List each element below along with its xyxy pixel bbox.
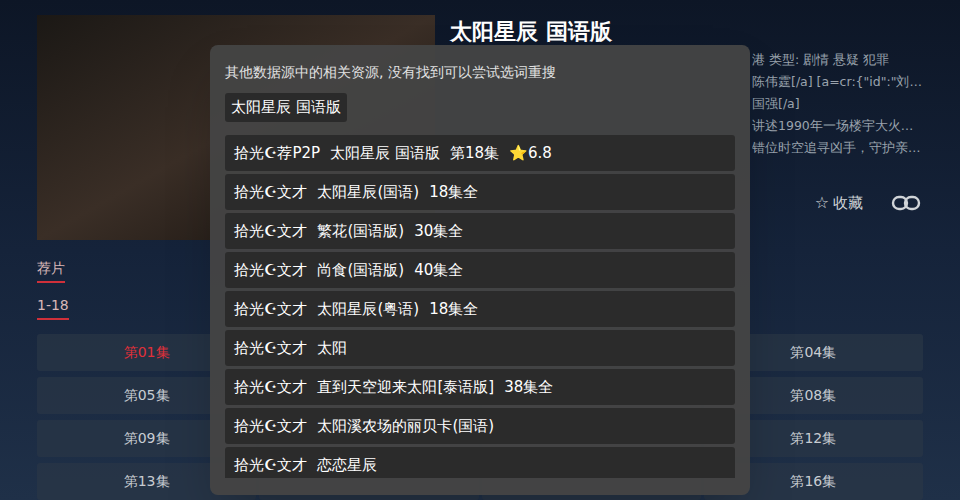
tab[interactable]: 1-18 bbox=[37, 295, 69, 320]
result-source: 拾光☪文才 bbox=[234, 337, 307, 360]
link-icon[interactable] bbox=[891, 192, 921, 214]
result-rating: ⭐6.8 bbox=[509, 142, 552, 165]
related-dialog: 其他数据源中的相关资源, 没有找到可以尝试选词重搜 太阳星辰 国语版 拾光☪荐P… bbox=[210, 45, 750, 495]
result-title: 太阳 bbox=[317, 337, 347, 360]
result-row[interactable]: 拾光☪文才太阳星辰(国语) 18集全 bbox=[225, 174, 735, 210]
result-remarks: 18集全 bbox=[429, 298, 478, 321]
result-row[interactable]: 拾光☪文才太阳 bbox=[225, 330, 735, 366]
show-title: 太阳星辰 国语版 bbox=[450, 15, 923, 49]
favorite-button[interactable]: ☆收藏 bbox=[807, 187, 871, 219]
result-source: 拾光☪文才 bbox=[234, 376, 307, 399]
result-source: 拾光☪文才 bbox=[234, 454, 307, 477]
result-remarks: 30集全 bbox=[414, 220, 463, 243]
result-source: 拾光☪文才 bbox=[234, 415, 307, 438]
result-row[interactable]: 拾光☪文才尚食(国语版) 40集全 bbox=[225, 252, 735, 288]
result-row[interactable]: 拾光☪文才恋恋星辰 bbox=[225, 447, 735, 478]
result-title: 太阳星辰(国语) bbox=[317, 181, 419, 204]
star-icon: ☆ bbox=[815, 191, 829, 215]
info-line: 陈伟霆[/a] [a=cr:{"id":"刘雅… bbox=[752, 71, 923, 93]
info-line: 讲述1990年一场楼宇大火引发系 bbox=[752, 115, 923, 137]
result-title: 太阳星辰 国语版 bbox=[330, 142, 440, 165]
result-remarks: 38集全 bbox=[504, 376, 553, 399]
result-remarks: 18集全 bbox=[429, 181, 478, 204]
result-row[interactable]: 拾光☪文才太阳星辰(粤语) 18集全 bbox=[225, 291, 735, 327]
result-title: 繁花(国语版) bbox=[317, 220, 404, 243]
result-remarks: 第18集 bbox=[450, 142, 499, 165]
result-title: 太阳星辰(粤语) bbox=[317, 298, 419, 321]
result-row[interactable]: 拾光☪文才直到天空迎来太阳[泰语版] 38集全 bbox=[225, 369, 735, 405]
result-source: 拾光☪文才 bbox=[234, 220, 307, 243]
result-row[interactable]: 拾光☪文才繁花(国语版) 30集全 bbox=[225, 213, 735, 249]
dialog-hint: 其他数据源中的相关资源, 没有找到可以尝试选词重搜 bbox=[225, 61, 735, 83]
result-source: 拾光☪文才 bbox=[234, 181, 307, 204]
result-title: 尚食(国语版) bbox=[317, 259, 404, 282]
tab[interactable]: 荐片 bbox=[37, 258, 65, 283]
result-source: 拾光☪文才 bbox=[234, 259, 307, 282]
result-title: 恋恋星辰 bbox=[317, 454, 377, 477]
result-remarks: 40集全 bbox=[414, 259, 463, 282]
result-title: 直到天空迎来太阳[泰语版] bbox=[317, 376, 494, 399]
keyword-chip[interactable]: 太阳星辰 国语版 bbox=[225, 93, 347, 122]
result-source: 拾光☪荐P2P bbox=[234, 142, 320, 165]
result-title: 太阳溪农场的丽贝卡(国语) bbox=[317, 415, 494, 438]
result-source: 拾光☪文才 bbox=[234, 298, 307, 321]
favorite-label: 收藏 bbox=[833, 192, 863, 215]
info-line: 港 类型: 剧情 悬疑 犯罪 bbox=[752, 49, 923, 71]
result-row[interactable]: 拾光☪文才太阳溪农场的丽贝卡(国语) bbox=[225, 408, 735, 444]
info-line: 国强[/a] bbox=[752, 93, 923, 115]
result-row[interactable]: 拾光☪荐P2P 太阳星辰 国语版第18集 ⭐6.8 bbox=[225, 135, 735, 171]
info-line: 错位时空追寻凶手，守护亲情， bbox=[752, 137, 923, 159]
